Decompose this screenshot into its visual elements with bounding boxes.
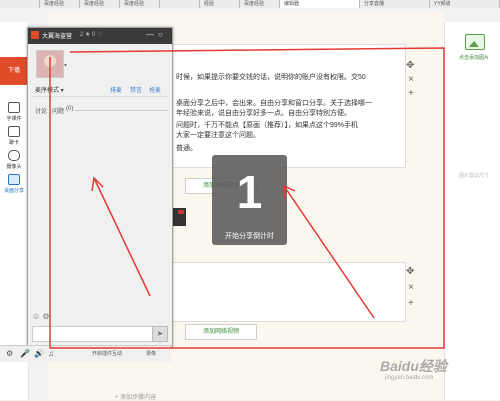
step-text-line: 问题时，千万不能点【原画（推荐）】，如果点这个99%手机 bbox=[176, 122, 359, 129]
countdown-label: 开始分享倒计时 bbox=[225, 233, 274, 240]
minimize-button[interactable]: — bbox=[146, 30, 154, 39]
nav-card[interactable]: 聊卡 bbox=[0, 126, 28, 146]
emoji-icon[interactable]: ☺ ⚙ bbox=[32, 312, 50, 321]
right-panel: 点击添加图片 图片建议尺寸 bbox=[444, 22, 500, 400]
nav-courseware[interactable]: 字课件 bbox=[0, 102, 28, 122]
channel-logo-icon bbox=[31, 31, 39, 39]
card-icon bbox=[8, 126, 20, 137]
step-text-line: 时候，如果提示你要交钱的话，说明你的账户没有权限。交50 bbox=[176, 74, 366, 81]
channel-name: 大翼海盗营 bbox=[42, 34, 73, 40]
browser-tab[interactable]: 经验 bbox=[200, 0, 240, 8]
record-button[interactable]: 录像 bbox=[146, 350, 156, 357]
speaker-icon[interactable]: 🔊 bbox=[34, 349, 44, 358]
close-icon[interactable]: × bbox=[408, 282, 414, 293]
browser-tab[interactable]: 分享直播 bbox=[360, 0, 430, 8]
add-video-button[interactable]: 添加网络视频 bbox=[185, 324, 257, 340]
browser-tab-strip: 百度经验 百度经验 百度经验 经验 百度经验 编辑器 分享直播 YY频道 bbox=[0, 0, 500, 8]
browser-tab[interactable]: 百度经验 bbox=[240, 0, 280, 8]
browser-tab[interactable]: 百度经验 bbox=[120, 0, 160, 8]
countdown-number: 1 bbox=[236, 166, 263, 218]
watermark-logo: Baidu经验 bbox=[380, 358, 447, 374]
tab-question[interactable]: 问题 bbox=[52, 106, 64, 115]
step-text-line: 桌面分享之后中，会出来。自由分享和窗口分享。关于选择哪一 bbox=[176, 100, 372, 107]
watermark-url: jingyan.baidu.com bbox=[385, 375, 434, 381]
grab-mic-link[interactable]: 抢麦 bbox=[149, 85, 161, 94]
mic-icon[interactable]: 🎤 bbox=[20, 349, 30, 358]
nav-desktop-share[interactable]: 桌面分享 bbox=[0, 174, 28, 194]
browser-tab[interactable]: YY频道 bbox=[430, 0, 500, 8]
queue-mic-link[interactable]: 排麦 bbox=[110, 85, 122, 94]
nav-label: 桌面分享 bbox=[3, 188, 24, 194]
browser-tab-active[interactable]: 编辑器 bbox=[280, 0, 360, 8]
avatar[interactable] bbox=[36, 50, 64, 78]
share-countdown: 1 开始分享倒计时 bbox=[212, 155, 287, 245]
divider bbox=[32, 96, 168, 97]
chat-title-bar[interactable]: 大翼海盗营 2 ★ 0 ♡ — ○ bbox=[28, 28, 172, 44]
step-text-line: 年经验来说，说自由分享好多一点。自由分享特别方便。 bbox=[176, 110, 351, 117]
image-upload-icon[interactable] bbox=[465, 34, 485, 50]
mic-mode-select[interactable]: 麦序模式 ▾ bbox=[35, 85, 64, 94]
image-hint-label: 图片建议尺寸 bbox=[458, 173, 489, 179]
nav-camera[interactable]: 摄像头 bbox=[0, 150, 28, 170]
courseware-icon bbox=[8, 102, 20, 113]
tab-discuss[interactable]: 讨论 bbox=[35, 106, 47, 115]
browser-tab[interactable]: 百度经验 bbox=[80, 0, 120, 8]
send-icon[interactable]: ➤ bbox=[152, 326, 168, 342]
move-icon[interactable]: ✥ bbox=[406, 60, 414, 71]
desktop-share-icon bbox=[8, 174, 20, 185]
step-text-line: 普通。 bbox=[176, 145, 197, 152]
left-nav: 下播 字课件 聊卡 摄像头 桌面分享 bbox=[0, 22, 29, 400]
camera-icon bbox=[8, 150, 20, 161]
browser-tab[interactable] bbox=[160, 0, 200, 8]
chat-input[interactable] bbox=[32, 326, 154, 342]
mute-link[interactable]: 禁言 bbox=[130, 85, 142, 94]
browser-tab[interactable] bbox=[0, 0, 40, 8]
upload-image-label[interactable]: 点击添加图片 bbox=[449, 54, 499, 61]
question-count: (0) bbox=[66, 106, 74, 112]
move-icon[interactable]: ✥ bbox=[406, 266, 414, 277]
add-icon[interactable]: + bbox=[408, 88, 414, 99]
music-icon[interactable]: ♫ bbox=[48, 349, 54, 358]
bottom-toolbar: ⚙ 🎤 🔊 ♫ 开启插件互动 录像 bbox=[0, 345, 171, 362]
stop-broadcast-button[interactable]: 下播 bbox=[0, 57, 28, 85]
divider bbox=[75, 110, 168, 111]
channel-stats: 2 ★ 0 ♡ bbox=[80, 32, 103, 38]
settings-icon[interactable]: ⚙ bbox=[6, 349, 13, 358]
nav-label: 字课件 bbox=[6, 116, 22, 122]
close-icon[interactable]: × bbox=[408, 74, 414, 85]
add-icon[interactable]: + bbox=[408, 298, 414, 309]
chat-window: 大翼海盗营 2 ★ 0 ♡ — ○ ▾ 麦序模式 ▾ 排麦 禁言 抢麦 讨论 问… bbox=[27, 27, 173, 347]
step-text-line: 大家一定要注意这个问题。 bbox=[176, 132, 260, 139]
close-button[interactable]: ○ bbox=[158, 30, 163, 39]
chevron-down-icon[interactable]: ▾ bbox=[64, 62, 67, 69]
open-plugin-interaction[interactable]: 开启插件互动 bbox=[92, 350, 122, 357]
nav-label: 聊卡 bbox=[8, 140, 19, 146]
browser-tab[interactable]: 百度经验 bbox=[40, 0, 80, 8]
nav-label: 摄像头 bbox=[6, 164, 22, 170]
